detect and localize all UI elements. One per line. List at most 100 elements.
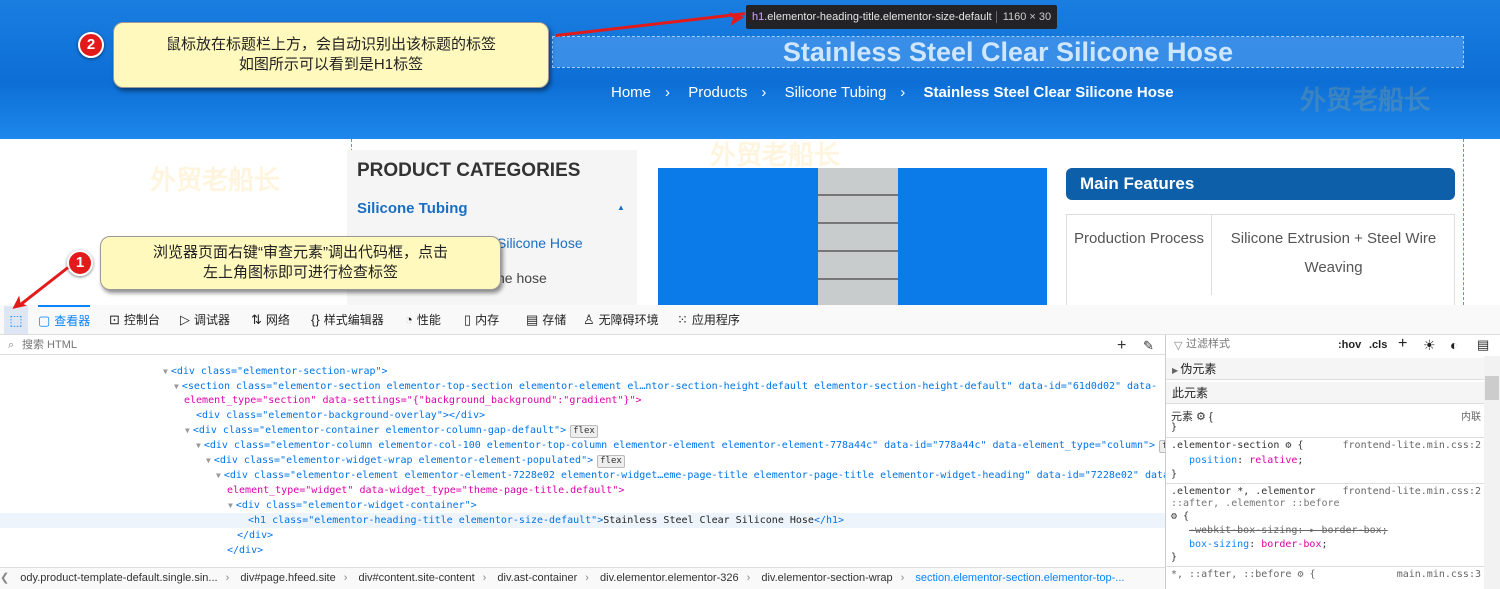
tab-storage[interactable]: ▤ 存储 xyxy=(526,305,566,335)
devtools-toolbar: ▢ 查看器 ⊡ 控制台 ▷ 调试器 ⇅ 网络 {} 样式编辑器 ◔ 性能 ▯ 内存 ▤ 存储 ♙… xyxy=(0,305,1500,335)
dom-crumb[interactable]: ody.product-template-default.single.sin.… xyxy=(20,572,217,584)
rules-scrollbar[interactable] xyxy=(1484,356,1500,589)
code-line[interactable]: <div class="elementor-background-overlay… xyxy=(0,408,1165,423)
tab-style-editor[interactable]: {} 样式编辑器 xyxy=(311,305,384,335)
tab-performance[interactable]: ◔ 性能 xyxy=(405,305,441,335)
code-text: <div class="elementor-section-wrap"> xyxy=(170,366,388,377)
code-text: <section class="elementor-section elemen… xyxy=(181,381,1158,392)
braces-icon: {} xyxy=(311,312,320,327)
prop: box-sizing xyxy=(1189,539,1250,550)
light-mode-icon[interactable]: ☀ xyxy=(1423,337,1436,354)
tab-label: 应用程序 xyxy=(691,313,740,327)
code-line[interactable]: ▼ <div class="elementor-widget-container"… xyxy=(0,498,1165,513)
feature-label: Production Process xyxy=(1067,215,1212,295)
print-media-icon[interactable]: ▤ xyxy=(1477,337,1489,353)
network-icon: ⇅ xyxy=(251,312,262,327)
dom-crumb[interactable]: div#page.hfeed.site xyxy=(240,572,335,584)
tab-label: 样式编辑器 xyxy=(323,313,384,327)
tab-network[interactable]: ⇅ 网络 xyxy=(251,305,290,335)
accessibility-icon: ♙ xyxy=(583,312,595,327)
this-element-header: 此元素 xyxy=(1166,382,1484,404)
code-line[interactable]: ▼ <div class="elementor-section-wrap"> xyxy=(0,364,1165,379)
tab-inspector[interactable]: ▢ 查看器 xyxy=(38,305,91,335)
dom-crumb[interactable]: div#content.site-content xyxy=(358,572,474,584)
grid-icon: ⁙ xyxy=(677,312,688,327)
rule-open: ⚙ { xyxy=(1171,511,1190,522)
eyedropper-icon[interactable]: ✎ xyxy=(1143,338,1154,354)
dom-crumb[interactable]: div.ast-container xyxy=(497,572,577,584)
tab-label: 存储 xyxy=(542,313,567,327)
code-text: <div class="elementor-widget-container"> xyxy=(235,500,477,511)
code-text: <div class="elementor-container elemento… xyxy=(192,425,567,436)
rule-selector: ::after, .elementor ::before xyxy=(1171,498,1340,509)
rule-source[interactable]: main.min.css:3 xyxy=(1397,569,1481,580)
annotation-text: 如图所示可以看到是H1标签 xyxy=(238,56,424,73)
rule-source[interactable]: frontend-lite.min.css:2 xyxy=(1343,486,1481,497)
product-image xyxy=(658,168,1047,305)
breadcrumb-home[interactable]: Home xyxy=(611,84,651,101)
flex-badge[interactable]: flex xyxy=(597,455,625,468)
features-table: Production Process Silicone Extrusion + … xyxy=(1066,214,1455,305)
prop: position xyxy=(1189,455,1238,466)
tab-label: 控制台 xyxy=(123,313,160,327)
code-text: element_type="widget" data-widget_type="… xyxy=(227,485,625,496)
feature-value: Silicone Extrusion + Steel Wire Weaving xyxy=(1230,230,1437,276)
annotation-2: 鼠标放在标题栏上方，会自动识别出该标题的标签 如图所示可以看到是H1标签 xyxy=(113,22,549,88)
breadcrumb-products[interactable]: Products xyxy=(688,84,747,101)
tab-label: 查看器 xyxy=(54,314,91,328)
scroll-left-icon[interactable]: ❮ xyxy=(0,572,9,584)
tab-label: 无障碍环境 xyxy=(598,313,659,327)
memory-icon: ▯ xyxy=(464,312,472,327)
category-item[interactable]: he hose xyxy=(497,270,547,286)
add-rule-icon[interactable]: + xyxy=(1398,335,1407,353)
collapse-arrow-icon[interactable]: ▲ xyxy=(617,203,625,212)
tab-application[interactable]: ⁙ 应用程序 xyxy=(677,305,740,335)
hov-toggle[interactable]: :hov xyxy=(1338,339,1361,351)
code-line[interactable]: </div> xyxy=(0,543,1165,558)
code-text: <div class="elementor-element elementor-… xyxy=(223,470,1176,481)
dark-mode-icon[interactable]: ◐ xyxy=(1450,337,1458,353)
breadcrumb-current: Stainless Steel Clear Silicone Hose xyxy=(923,84,1174,101)
watermark: 外贸老船长 xyxy=(150,165,281,195)
tooltip-class: .elementor-heading-title.elementor-size-… xyxy=(764,11,992,23)
pseudo-elements-toggle[interactable]: ▶ 伪元素 xyxy=(1166,358,1484,380)
category-item[interactable]: Silicone Hose xyxy=(497,235,583,251)
declaration[interactable]: box-sizing: border-box; xyxy=(1171,539,1328,550)
dom-crumb[interactable]: div.elementor.elementor-326 xyxy=(600,572,739,584)
code-line[interactable]: ▼ <div class="elementor-column elementor-… xyxy=(0,438,1187,453)
dom-crumb-current[interactable]: section.elementor-section.elementor-top-… xyxy=(915,572,1124,584)
code-line: element_type="widget" data-widget_type="… xyxy=(0,483,1165,498)
storage-icon: ▤ xyxy=(526,312,539,327)
selector-text: .elementor *, .elementor xyxy=(1171,486,1316,497)
code-line[interactable]: ▼ <section class="elementor-section eleme… xyxy=(0,379,1165,394)
selector-text: .elementor-section xyxy=(1171,440,1280,451)
flex-badge[interactable]: flex xyxy=(570,425,598,438)
dom-crumb[interactable]: div.elementor-section-wrap xyxy=(761,572,892,584)
code-text: </h1> xyxy=(813,515,845,526)
cls-toggle[interactable]: .cls xyxy=(1369,339,1387,351)
breadcrumb-silicone-tubing[interactable]: Silicone Tubing xyxy=(785,84,887,101)
add-node-icon[interactable]: + xyxy=(1117,337,1126,355)
code-line[interactable]: ▼ <div class="elementor-widget-wrap eleme… xyxy=(0,453,1165,468)
tab-memory[interactable]: ▯ 内存 xyxy=(464,305,499,335)
main-features-heading: Main Features xyxy=(1066,168,1455,200)
code-line-selected[interactable]: <h1 class="elementor-heading-title eleme… xyxy=(0,513,1165,528)
tab-console[interactable]: ⊡ 控制台 xyxy=(109,305,160,335)
rule-selector: .elementor *, .elementor xyxy=(1171,486,1316,497)
category-silicone-tubing[interactable]: Silicone Tubing xyxy=(357,200,468,217)
rule-close: } xyxy=(1171,422,1178,433)
arrow-head-icon: ➤ xyxy=(725,3,747,32)
declaration[interactable]: position: relative; xyxy=(1171,455,1303,466)
rule-source[interactable]: frontend-lite.min.css:2 xyxy=(1343,440,1481,451)
code-text: </div> xyxy=(227,545,264,556)
search-html-input[interactable] xyxy=(22,339,322,351)
code-line: element_type="section" data-settings="{"… xyxy=(0,393,1165,408)
tab-accessibility[interactable]: ♙ 无障碍环境 xyxy=(583,305,659,335)
code-line[interactable]: </div> xyxy=(0,528,1165,543)
dom-breadcrumb: ❮ ody.product-template-default.single.si… xyxy=(0,567,1165,589)
code-line[interactable]: ▼ <div class="elementor-element elementor… xyxy=(0,468,1175,483)
tab-debugger[interactable]: ▷ 调试器 xyxy=(180,305,230,335)
filter-styles-input[interactable] xyxy=(1186,338,1326,350)
overridden-declaration[interactable]: -webkit-box-sizing: ▸ border-box; xyxy=(1171,525,1388,536)
code-line[interactable]: ▼ <div class="elementor-container element… xyxy=(0,423,1165,438)
